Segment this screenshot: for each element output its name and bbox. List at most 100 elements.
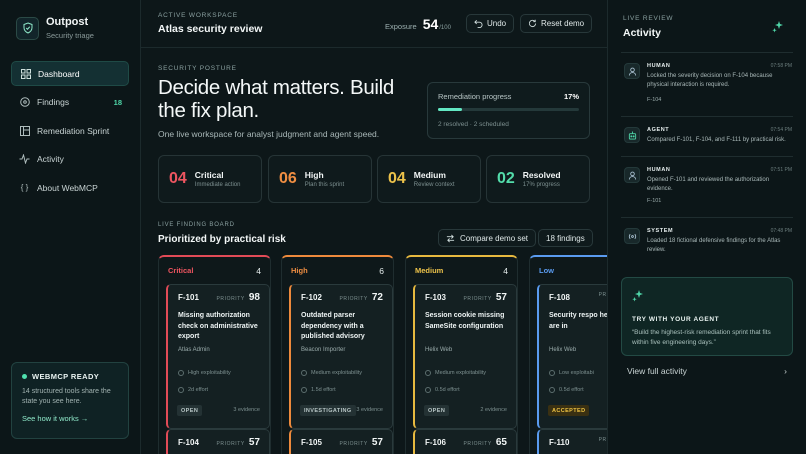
exploitability-text: Medium exploitability — [311, 370, 363, 376]
activity-label: LIVE REVIEW — [623, 15, 674, 22]
effort-text: 0.5d effort — [559, 387, 584, 393]
finding-card[interactable]: F-104 PRIORITY 57 — [166, 429, 270, 454]
see-how-it-works-link[interactable]: See how it works → — [22, 414, 118, 423]
activity-time: 07:48 PM — [770, 228, 792, 234]
exploitability-text: High exploitability — [188, 370, 231, 376]
brand-title: Outpost — [46, 16, 89, 28]
progress-note: 2 resolved · 2 scheduled — [438, 121, 509, 128]
agent-card-quote: “Build the highest-risk remediation spri… — [632, 329, 771, 346]
exploitability-icon — [301, 370, 307, 376]
sidebar-item-remediation-sprint[interactable]: Remediation Sprint — [11, 118, 129, 143]
priority-label: PRIORITY — [463, 441, 492, 447]
activity-role: SYSTEM — [647, 228, 674, 234]
compare-icon — [446, 234, 455, 243]
sidebar-item-about-webmcp[interactable]: { } About WebMCP — [11, 175, 129, 200]
finding-card[interactable]: F-101 PRIORITY 98 Missing authorization che… — [166, 284, 270, 429]
evidence-count: 3 evidence — [356, 407, 383, 413]
activity-text: Locked the severity decision on F-104 be… — [647, 73, 773, 88]
webmcp-title: WEBMCP READY — [32, 372, 100, 381]
finding-exploitability: High exploitability — [178, 370, 231, 376]
person-icon — [624, 63, 640, 79]
sidebar-item-findings[interactable]: Findings 18 — [11, 90, 129, 115]
evidence-count: 3 evidence — [233, 407, 260, 413]
sidebar-item-dashboard[interactable]: Dashboard — [11, 61, 129, 86]
evidence-count: 2 evidence — [480, 407, 507, 413]
activity-panel: LIVE REVIEW Activity HUMAN 07:58 PM Locked… — [607, 0, 806, 454]
status-badge: OPEN — [177, 405, 203, 416]
activity-finding-tag[interactable]: F-101 — [647, 198, 661, 204]
stat-card-medium[interactable]: 04 Medium Review context — [377, 155, 481, 203]
findings-count: 18 findings — [538, 229, 593, 247]
effort-icon — [425, 387, 431, 393]
stat-title: Medium — [413, 170, 446, 180]
activity-item[interactable]: SYSTEM 07:48 PM Loaded 18 fictional defens… — [621, 217, 793, 257]
stat-card-high[interactable]: 06 High Plan this sprint — [268, 155, 372, 203]
effort-icon — [301, 387, 307, 393]
stat-subtitle: Immediate action — [194, 182, 241, 188]
finding-asset: Helix Web — [549, 347, 577, 353]
stat-card-resolved[interactable]: 02 Resolved 17% progress — [486, 155, 590, 203]
reset-demo-button[interactable]: Reset demo — [520, 14, 593, 33]
app: Outpost Security triage Dashboard Findin… — [0, 0, 806, 454]
pulse-icon — [19, 154, 30, 165]
activity-finding-tag[interactable]: F-104 — [647, 97, 661, 103]
exposure-value: 54 — [422, 16, 439, 32]
finding-card[interactable]: F-110 PRIORITY — [537, 429, 607, 454]
sidebar-item-label: Activity — [37, 154, 64, 164]
stat-number: 04 — [169, 170, 187, 187]
robot-icon — [624, 127, 640, 143]
exploitability-text: Low exploitabi — [559, 370, 594, 376]
stat-subtitle: Review context — [413, 182, 455, 188]
priority-value: 57 — [495, 292, 507, 303]
finding-card[interactable]: F-102 PRIORITY 72 Outdated parser dependenc… — [289, 284, 393, 429]
column-title: Critical — [168, 266, 194, 275]
finding-id: F-101 — [178, 293, 199, 302]
activity-item[interactable]: HUMAN 07:51 PM Opened F-101 and reviewed t… — [621, 156, 793, 217]
finding-card[interactable]: F-103 PRIORITY 57 Session cookie missing Sa… — [413, 284, 517, 429]
undo-button[interactable]: Undo — [466, 14, 515, 33]
activity-item[interactable]: HUMAN 07:58 PM Locked the severity decisio… — [621, 52, 793, 116]
finding-effort: 0.5d effort — [425, 387, 460, 393]
priority-score: PRIORITY 57 — [463, 292, 507, 303]
main-content: ACTIVE WORKSPACE Atlas security review E… — [141, 0, 607, 454]
finding-card[interactable]: F-105 PRIORITY 57 — [289, 429, 393, 454]
activity-role: AGENT — [647, 127, 670, 133]
braces-icon: { } — [20, 183, 29, 192]
brand[interactable]: Outpost Security triage — [16, 16, 94, 40]
column-title: High — [291, 266, 308, 275]
compare-demo-set-button[interactable]: Compare demo set — [438, 229, 537, 247]
view-full-activity-link[interactable]: View full activity › — [627, 366, 787, 376]
exploitability-text: Medium exploitability — [435, 370, 487, 376]
priority-score: PRIORITY 72 — [339, 292, 383, 303]
priority-score: PRIORITY 98 — [216, 292, 260, 303]
try-with-agent-card[interactable]: TRY WITH YOUR AGENT “Build the highest-r… — [621, 277, 793, 356]
stat-title: Resolved — [522, 170, 561, 180]
column-title: Medium — [415, 266, 444, 275]
finding-effort: 2d effort — [178, 387, 208, 393]
finding-id: F-110 — [549, 438, 570, 447]
chevron-right-icon: › — [784, 366, 787, 376]
column-count: 4 — [503, 266, 508, 276]
activity-item[interactable]: AGENT 07:54 PM Compared F-101, F-104, and … — [621, 116, 793, 156]
stat-number: 06 — [279, 170, 297, 187]
finding-effort: 0.5d effort — [549, 387, 584, 393]
page-headline: Decide what matters. Build the fix plan. — [158, 76, 395, 122]
finding-card[interactable]: F-106 PRIORITY 65 — [413, 429, 517, 454]
activity-time: 07:58 PM — [770, 63, 792, 69]
undo-label: Undo — [487, 19, 507, 28]
status-dot-icon — [22, 374, 27, 379]
stat-card-critical[interactable]: 04 Critical Immediate action — [158, 155, 262, 203]
priority-label: PRIORITY — [598, 292, 607, 298]
sidebar-item-label: Remediation Sprint — [37, 125, 110, 136]
board-title: Prioritized by practical risk — [158, 234, 286, 245]
webmcp-ready-card: WEBMCP READY 14 structured tools share t… — [11, 362, 129, 439]
activity-role: HUMAN — [647, 63, 671, 69]
effort-icon — [178, 387, 184, 393]
finding-id: F-108 — [549, 293, 570, 302]
finding-card[interactable]: F-108 PRIORITY Security respo headers are … — [537, 284, 607, 429]
activity-time: 07:54 PM — [770, 127, 792, 133]
board-label: LIVE FINDING BOARD — [158, 222, 235, 228]
sidebar-item-activity[interactable]: Activity — [11, 147, 129, 172]
stat-title: Critical — [194, 170, 224, 180]
sparkle-icon — [772, 21, 784, 35]
